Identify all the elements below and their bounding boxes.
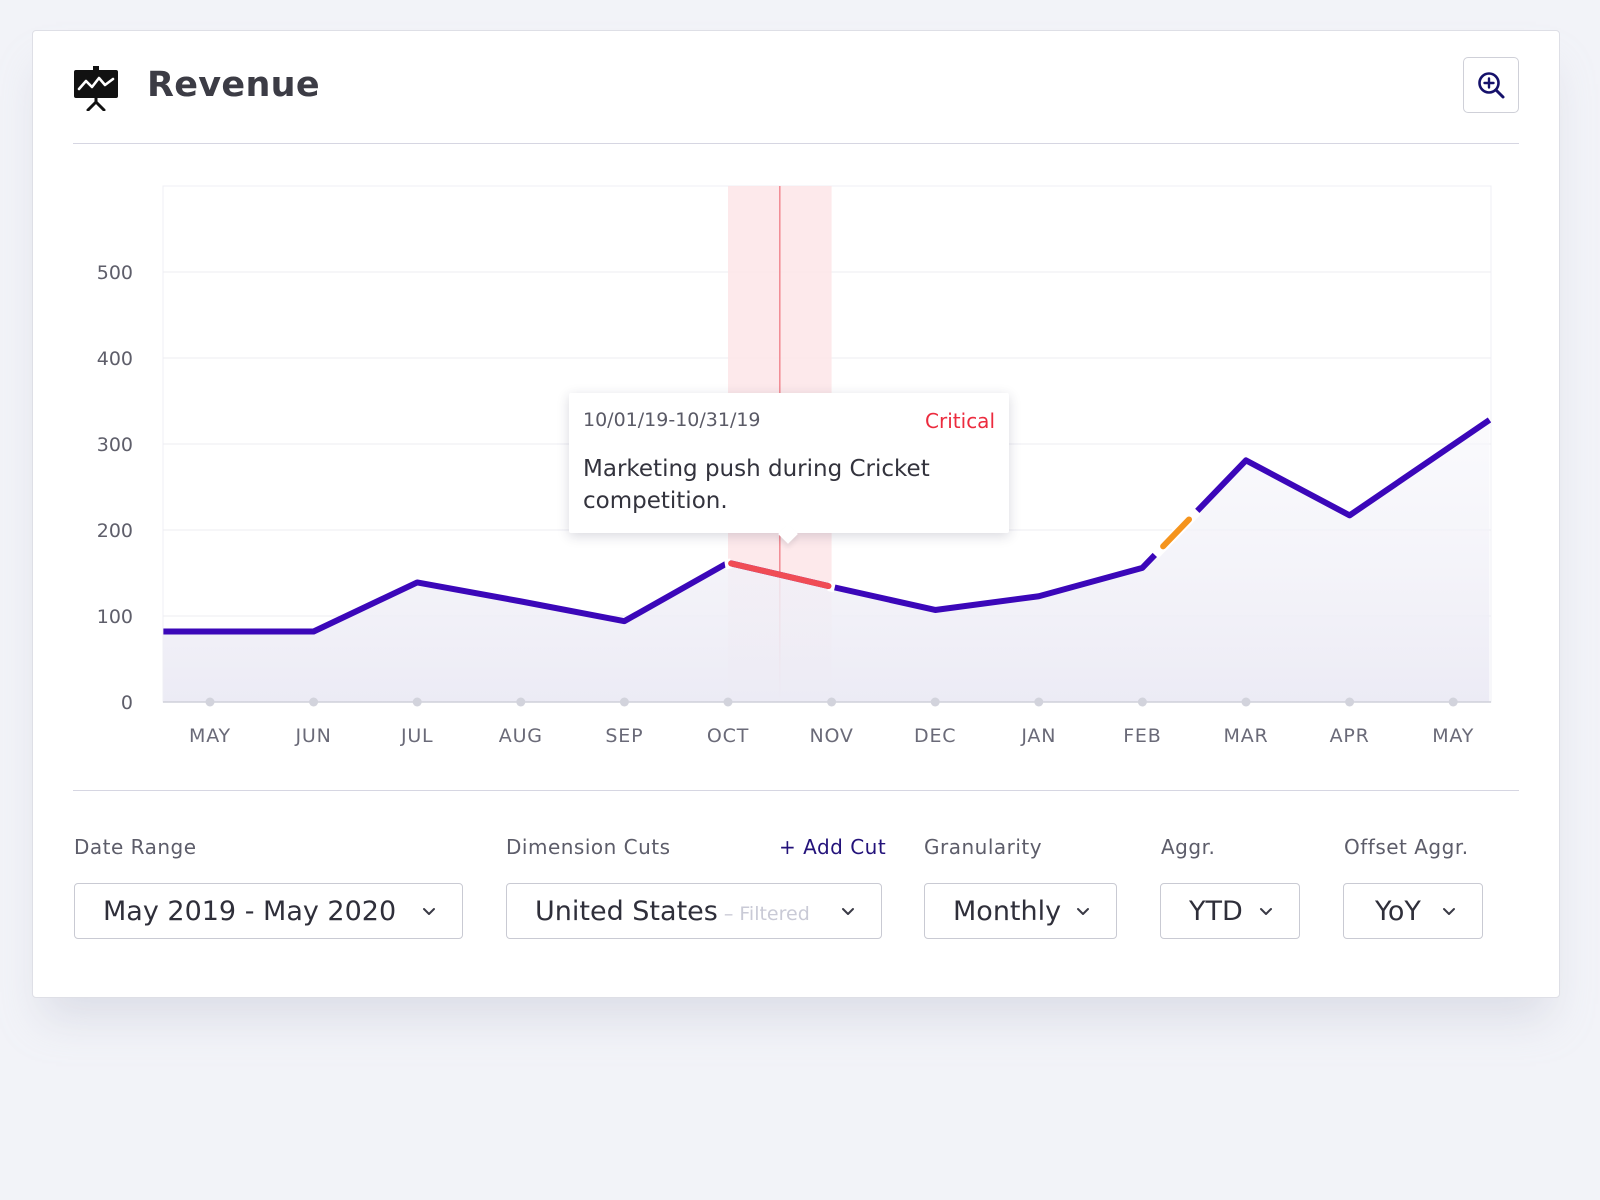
x-tick-dot [1345, 697, 1355, 707]
aggr-value: YTD [1189, 896, 1243, 927]
x-tick-label: JUL [400, 725, 434, 747]
x-tick-dot [205, 697, 215, 707]
x-tick-label: FEB [1123, 725, 1161, 747]
x-tick-dot [309, 697, 319, 707]
x-tick-label: NOV [809, 725, 853, 747]
x-tick-label: APR [1330, 725, 1370, 747]
x-tick-label: MAY [1432, 725, 1474, 747]
dimension-cuts-select[interactable]: United States – Filtered [506, 883, 882, 939]
y-tick-label: 400 [97, 348, 133, 370]
x-tick-dot [1241, 697, 1251, 707]
add-cut-link[interactable]: + Add Cut [779, 835, 886, 859]
x-tick-label: OCT [707, 725, 749, 747]
tooltip-date: 10/01/19-10/31/19 [583, 409, 761, 431]
chevron-down-icon [1260, 908, 1272, 915]
controls-divider [73, 790, 1519, 791]
chevron-down-icon [842, 908, 854, 915]
aggr-select[interactable]: YTD [1160, 883, 1300, 939]
x-tick-label: MAY [189, 725, 231, 747]
y-tick-label: 200 [97, 520, 133, 542]
x-tick-label: JAN [1020, 725, 1056, 747]
x-tick-label: JUN [295, 725, 332, 747]
tooltip-severity: Critical [925, 409, 995, 433]
date-range-value: May 2019 - May 2020 [103, 896, 397, 927]
aggr-label: Aggr. [1161, 835, 1216, 859]
chevron-down-icon [1077, 908, 1089, 915]
tooltip-text: Marketing push during Cricket competitio… [583, 456, 930, 514]
x-tick-dot [1448, 697, 1458, 707]
y-tick-label: 100 [97, 606, 133, 628]
x-tick-dot [1034, 697, 1044, 707]
granularity-label: Granularity [924, 835, 1043, 859]
x-tick-label: MAR [1224, 725, 1269, 747]
x-tick-dot [930, 697, 940, 707]
dimension-cuts-value-wrap: United States – Filtered [535, 896, 810, 927]
dimension-cuts-filter-note: – Filtered [723, 903, 810, 925]
x-tick-dot [412, 697, 422, 707]
granularity-value: Monthly [953, 896, 1062, 927]
offset-aggr-label: Offset Aggr. [1344, 835, 1469, 859]
x-tick-label: AUG [499, 725, 543, 747]
revenue-card: Revenue 0 100 200 300 400 500 MAY JUN JUL AUG SEP O… [32, 30, 1560, 998]
x-tick-label: SEP [605, 725, 643, 747]
x-tick-dot [516, 697, 526, 707]
chevron-down-icon [1443, 908, 1455, 915]
offset-aggr-value: YoY [1375, 896, 1421, 927]
y-tick-label: 300 [97, 434, 133, 456]
annotation-tooltip: 10/01/19-10/31/19 Critical Marketing pus… [569, 393, 1009, 533]
y-tick-label: 0 [121, 692, 133, 714]
x-tick-dot [619, 697, 629, 707]
dimension-cuts-label: Dimension Cuts [506, 835, 671, 859]
date-range-select[interactable]: May 2019 - May 2020 [74, 883, 463, 939]
y-tick-label: 500 [97, 262, 133, 284]
offset-aggr-select[interactable]: YoY [1343, 883, 1483, 939]
x-tick-dot [827, 697, 837, 707]
x-tick-dot [1137, 697, 1147, 707]
chevron-down-icon [423, 908, 435, 915]
x-tick-label: DEC [914, 725, 956, 747]
x-tick-dot [723, 697, 733, 707]
granularity-select[interactable]: Monthly [924, 883, 1117, 939]
date-range-label: Date Range [74, 835, 197, 859]
dimension-cuts-value: United States [535, 896, 718, 927]
